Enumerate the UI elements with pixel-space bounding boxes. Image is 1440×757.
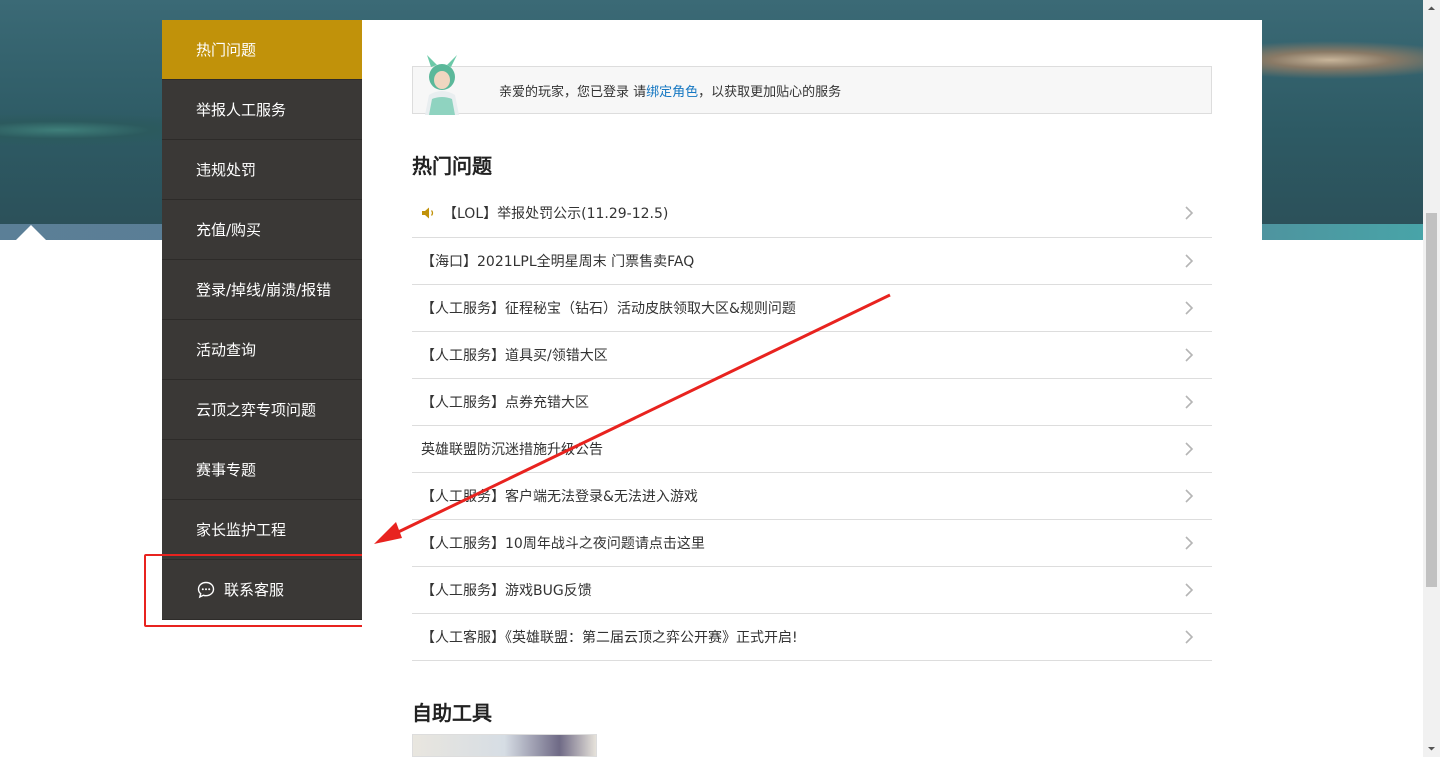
list-item[interactable]: 英雄联盟防沉迷措施升级公告 bbox=[412, 426, 1212, 473]
character-avatar bbox=[425, 55, 459, 115]
chevron-right-icon bbox=[1185, 254, 1194, 268]
chat-bubble-icon bbox=[197, 581, 215, 598]
login-notice: 亲爱的玩家，您已登录 请绑定角色，以获取更加贴心的服务 bbox=[412, 55, 1212, 115]
main-content: 亲爱的玩家，您已登录 请绑定角色，以获取更加贴心的服务 热门问题 【LOL】举报… bbox=[362, 20, 1262, 757]
sidebar-item-parental[interactable]: 家长监护工程 bbox=[162, 500, 362, 560]
list-item-label: 【人工服务】道具买/领错大区 bbox=[421, 348, 608, 364]
contact-support-label: 联系客服 bbox=[224, 580, 285, 599]
list-item-label: 【人工服务】点券充错大区 bbox=[421, 395, 589, 411]
sidebar-item-tft[interactable]: 云顶之弈专项问题 bbox=[162, 380, 362, 440]
sidebar-item-recharge[interactable]: 充值/购买 bbox=[162, 200, 362, 260]
scroll-down-arrow-icon[interactable] bbox=[1423, 740, 1440, 757]
chevron-right-icon bbox=[1185, 205, 1194, 220]
list-item[interactable]: 【人工服务】点券充错大区 bbox=[412, 379, 1212, 426]
sidebar-item-esports[interactable]: 赛事专题 bbox=[162, 440, 362, 500]
contact-support-button[interactable]: 联系客服 bbox=[162, 560, 362, 620]
chevron-right-icon bbox=[1185, 395, 1194, 409]
notice-text: 亲爱的玩家，您已登录 请绑定角色，以获取更加贴心的服务 bbox=[499, 81, 841, 100]
self-service-heading: 自助工具 bbox=[412, 701, 492, 725]
list-item[interactable]: 【人工服务】征程秘宝（钻石）活动皮肤领取大区&规则问题 bbox=[412, 285, 1212, 332]
sidebar-item-hot-questions[interactable]: 热门问题 bbox=[162, 20, 362, 80]
hot-questions-heading: 热门问题 bbox=[412, 154, 492, 178]
chevron-right-icon bbox=[1185, 348, 1194, 362]
banner-notch bbox=[16, 225, 46, 240]
vertical-scrollbar[interactable] bbox=[1423, 0, 1440, 757]
list-item[interactable]: 【海口】2021LPL全明星周末 门票售卖FAQ bbox=[412, 238, 1212, 285]
sidebar: 热门问题 举报人工服务 违规处罚 充值/购买 登录/掉线/崩溃/报错 活动查询 … bbox=[162, 20, 362, 620]
list-item[interactable]: 【LOL】举报处罚公示(11.29-12.5) bbox=[412, 188, 1212, 238]
list-item-label: 英雄联盟防沉迷措施升级公告 bbox=[421, 442, 603, 458]
list-item-label: 【人工客服】《英雄联盟：第二届云顶之弈公开赛》正式开启! bbox=[421, 630, 798, 646]
sidebar-item-login-issues[interactable]: 登录/掉线/崩溃/报错 bbox=[162, 260, 362, 320]
list-item-label: 【人工服务】10周年战斗之夜问题请点击这里 bbox=[421, 536, 705, 552]
bind-character-link[interactable]: 绑定角色 bbox=[646, 85, 698, 100]
chevron-right-icon bbox=[1185, 583, 1194, 597]
list-item[interactable]: 【人工服务】游戏BUG反馈 bbox=[412, 567, 1212, 614]
list-item-label: 【人工服务】游戏BUG反馈 bbox=[421, 583, 592, 599]
chevron-right-icon bbox=[1185, 442, 1194, 456]
sidebar-item-violations[interactable]: 违规处罚 bbox=[162, 140, 362, 200]
list-item[interactable]: 【人工服务】客户端无法登录&无法进入游戏 bbox=[412, 473, 1212, 520]
speaker-icon bbox=[422, 207, 434, 218]
list-item[interactable]: 【人工客服】《英雄联盟：第二届云顶之弈公开赛》正式开启! bbox=[412, 614, 1212, 661]
scrollbar-thumb[interactable] bbox=[1426, 213, 1437, 587]
sidebar-item-events[interactable]: 活动查询 bbox=[162, 320, 362, 380]
tool-thumbnail[interactable] bbox=[412, 734, 597, 757]
notice-prefix: 亲爱的玩家，您已登录 请 bbox=[499, 84, 647, 100]
sidebar-item-report-service[interactable]: 举报人工服务 bbox=[162, 80, 362, 140]
chevron-right-icon bbox=[1185, 630, 1194, 644]
scroll-up-arrow-icon[interactable] bbox=[1423, 0, 1440, 17]
chevron-right-icon bbox=[1185, 536, 1194, 550]
list-item-label: 【人工服务】征程秘宝（钻石）活动皮肤领取大区&规则问题 bbox=[421, 301, 796, 317]
list-item-label: 【人工服务】客户端无法登录&无法进入游戏 bbox=[421, 489, 698, 505]
chevron-right-icon bbox=[1185, 489, 1194, 503]
list-item-label: 【LOL】举报处罚公示(11.29-12.5) bbox=[443, 205, 669, 222]
chevron-right-icon bbox=[1185, 301, 1194, 315]
hot-questions-list: 【LOL】举报处罚公示(11.29-12.5) 【海口】2021LPL全明星周末… bbox=[412, 188, 1212, 661]
list-item[interactable]: 【人工服务】道具买/领错大区 bbox=[412, 332, 1212, 379]
list-item[interactable]: 【人工服务】10周年战斗之夜问题请点击这里 bbox=[412, 520, 1212, 567]
notice-suffix: ，以获取更加贴心的服务 bbox=[698, 84, 842, 100]
list-item-label: 【海口】2021LPL全明星周末 门票售卖FAQ bbox=[421, 254, 695, 270]
